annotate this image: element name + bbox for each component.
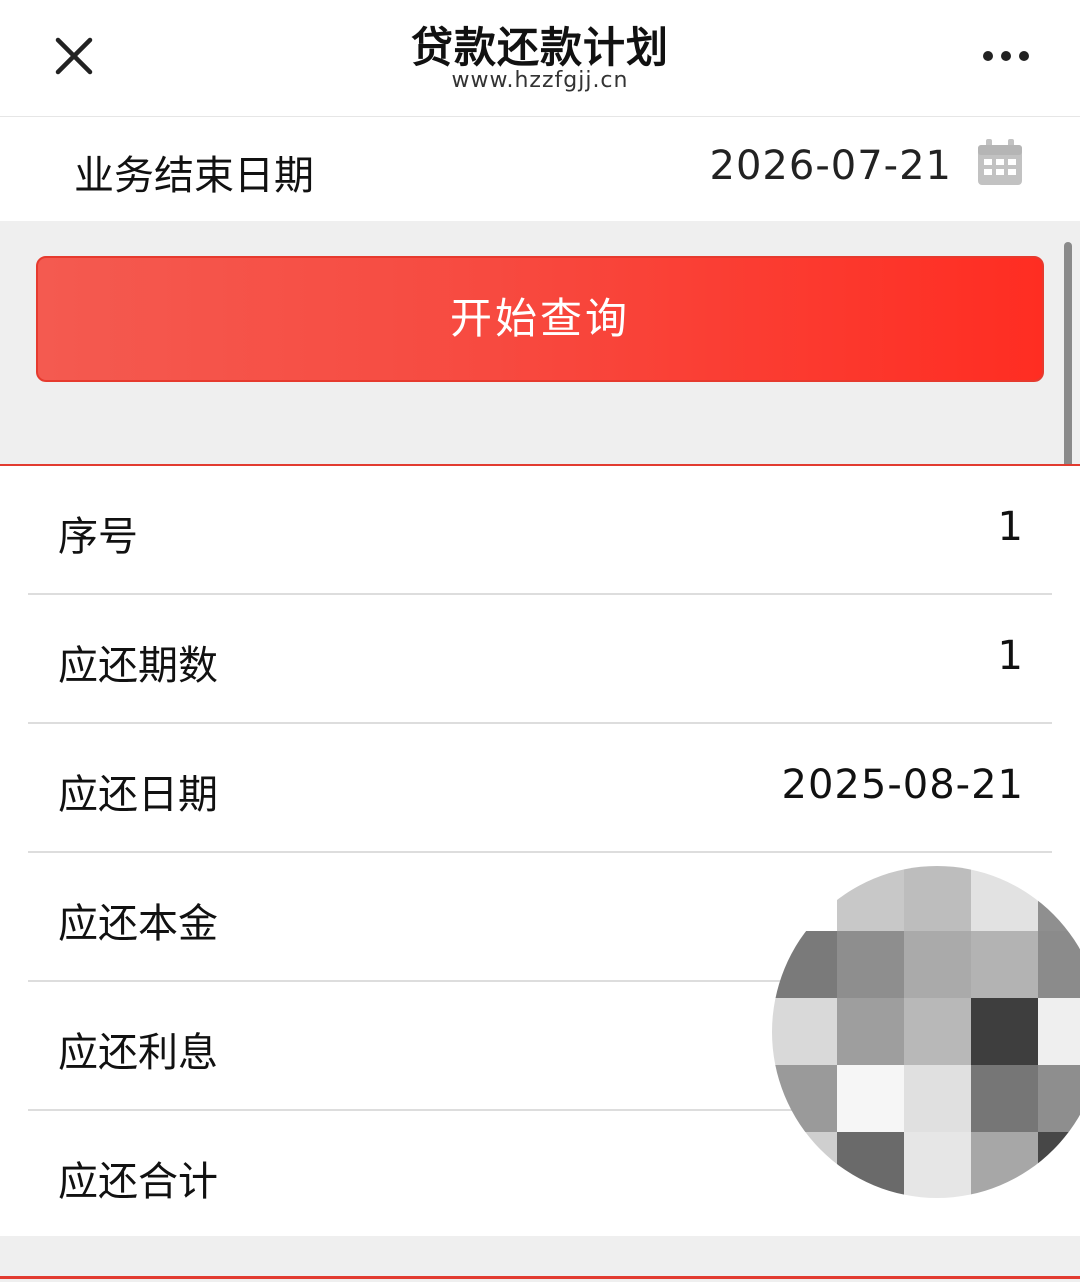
mosaic-cell	[904, 1132, 971, 1198]
page-title: 贷款还款计划	[410, 23, 669, 72]
mosaic-grid	[772, 866, 1080, 1198]
row-label: 应还日期	[58, 772, 218, 818]
end-date-label: 业务结束日期	[74, 153, 314, 199]
mosaic-cell	[1038, 1065, 1080, 1132]
nav-bar: 贷款还款计划 www.hzzfgjj.cn	[0, 0, 1080, 117]
mosaic-cell	[904, 931, 971, 998]
row-value: 2025-08-21	[781, 762, 1024, 808]
mosaic-cell	[904, 1065, 971, 1132]
mosaic-cell	[1038, 866, 1080, 931]
mosaic-cell	[971, 1065, 1038, 1132]
page-url: www.hzzfgjj.cn	[451, 68, 629, 93]
mosaic-cell	[971, 866, 1038, 931]
mosaic-cell	[971, 931, 1038, 998]
row-value: 1	[997, 633, 1024, 679]
mosaic-cell	[1038, 1132, 1080, 1198]
row-label: 应还本金	[58, 901, 218, 947]
mosaic-cell	[1038, 998, 1080, 1065]
row-label: 应还合计	[58, 1159, 218, 1205]
list-item: 应还期数 1	[0, 595, 1080, 723]
mosaic-cell	[837, 998, 904, 1065]
more-icon[interactable]	[976, 44, 1036, 68]
start-query-button[interactable]: 开始查询	[36, 256, 1044, 382]
mosaic-cell	[904, 998, 971, 1065]
mosaic-cell	[971, 1132, 1038, 1198]
list-item: 序号 1	[0, 466, 1080, 594]
mosaic-cell	[772, 998, 837, 1065]
mosaic-cell	[837, 866, 904, 931]
calendar-icon[interactable]	[976, 137, 1024, 187]
mosaic-cell	[904, 866, 971, 931]
end-date-field[interactable]: 业务结束日期 2026-07-21	[0, 117, 1080, 221]
mosaic-cell	[772, 931, 837, 998]
mosaic-cell	[837, 931, 904, 998]
row-label: 序号	[58, 514, 138, 560]
mosaic-cell	[837, 1132, 904, 1198]
mosaic-cell	[772, 1065, 837, 1132]
mosaic-cell	[1038, 931, 1080, 998]
mosaic-cell	[837, 1065, 904, 1132]
redaction-mosaic	[772, 866, 1080, 1198]
row-label: 应还利息	[58, 1030, 218, 1076]
mosaic-cell	[772, 866, 837, 931]
row-value: 1	[997, 504, 1024, 550]
mosaic-cell	[772, 1132, 837, 1198]
row-label: 应还期数	[58, 643, 218, 689]
list-item: 应还日期 2025-08-21	[0, 724, 1080, 852]
bottom-divider	[0, 1276, 1080, 1279]
mosaic-cell	[971, 998, 1038, 1065]
end-date-value[interactable]: 2026-07-21	[710, 143, 952, 189]
